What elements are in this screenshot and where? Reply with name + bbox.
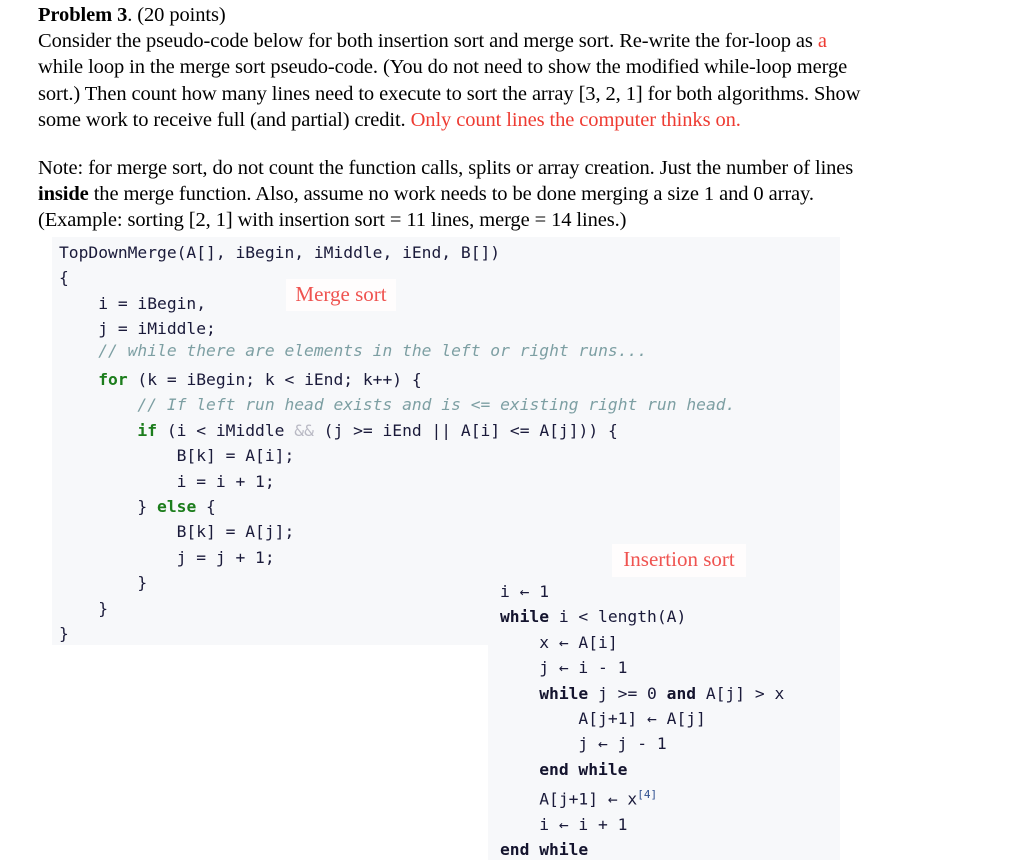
- merge-comment-while-text: // while there are elements in the left …: [59, 341, 648, 360]
- insert-line-place-x: A[j+1] ← x: [500, 789, 638, 809]
- insert-while-keyword: while: [500, 607, 550, 627]
- p2-line2-rest: the merge function. Also, assume no work…: [88, 183, 814, 206]
- insert-line-x-assign: x ← A[i]: [500, 632, 618, 652]
- insert-line-i-increment: i ← i + 1: [500, 815, 628, 835]
- p1-seg5: some work to receive full (and partial) …: [38, 108, 411, 131]
- merge-if-part1: (i < iMiddle: [157, 420, 295, 440]
- merge-if-part2: (j >= iEnd || A[i] <= A[j])) {: [313, 420, 618, 440]
- insert-inner-while-cond2: A[j] > x: [696, 683, 785, 703]
- merge-line-close-function: }: [59, 624, 69, 644]
- problem-points: . (20 points): [127, 4, 226, 26]
- merge-line-close-if: }: [59, 573, 148, 593]
- problem-heading: Problem 3: [38, 4, 128, 26]
- merge-line-j-init: j = iMiddle;: [59, 319, 216, 339]
- insertion-sort-callout-label: Insertion sort: [612, 544, 746, 577]
- merge-line-signature: TopDownMerge(A[], iBegin, iMiddle, iEnd,…: [59, 243, 501, 262]
- merge-line-bk-aj: B[k] = A[j];: [59, 522, 295, 542]
- paragraph1-line1: Consider the pseudo-code below for both …: [38, 28, 988, 54]
- insert-inner-end-while: end while: [539, 759, 628, 779]
- merge-line-i-increment: i = i + 1;: [59, 471, 275, 491]
- paragraph2-line1: Note: for merge sort, do not count the f…: [38, 157, 854, 180]
- insert-and-keyword: and: [666, 683, 697, 703]
- p2-inside-bold: inside: [38, 183, 89, 206]
- p1-seg2-red: a: [817, 30, 827, 53]
- merge-for-rest: (k = iBegin; k < iEnd; k++) {: [127, 370, 422, 390]
- merge-else-prefix: }: [59, 497, 158, 517]
- merge-line-open-brace: {: [59, 268, 69, 288]
- paragraph2-line3: (Example: sorting [2, 1] with insertion …: [38, 209, 627, 232]
- paragraph1-line2: while loop in the merge sort pseudo-code…: [38, 56, 848, 79]
- paragraph2-line2: inside the merge function. Also, assume …: [38, 181, 988, 207]
- merge-if-keyword: if: [59, 420, 158, 440]
- merge-line-bk-ai: B[k] = A[i];: [59, 446, 295, 466]
- problem-statement: Problem 3. (20 points) Consider the pseu…: [38, 2, 988, 234]
- insertion-sort-code: i ← 1 while i < length(A) x ← A[i] j ← i…: [500, 579, 784, 863]
- insert-line-shift: A[j+1] ← A[j]: [500, 709, 706, 729]
- merge-if-and-operator: &&: [294, 420, 314, 440]
- paragraph1-line3: sort.) Then count how many lines need to…: [38, 82, 861, 105]
- merge-line-close-for: }: [59, 598, 109, 618]
- merge-comment-if: // If left run head exists and is <= exi…: [59, 395, 736, 415]
- merge-else-suffix: {: [196, 497, 216, 517]
- merge-line-i-init: i = iBegin,: [59, 293, 207, 313]
- merge-else-keyword: else: [157, 497, 197, 517]
- insert-while-condition: i < length(A): [549, 607, 687, 627]
- insert-outer-end-while: end while: [500, 840, 589, 860]
- insert-line-i-init: i ← 1: [500, 582, 550, 601]
- insert-end-while-indent: [500, 760, 539, 779]
- merge-line-comment-while: // while there are elements in the left …: [59, 342, 735, 367]
- insert-line-j-assign: j ← i - 1: [500, 658, 628, 678]
- insert-inner-while-cond1: j >= 0: [588, 683, 667, 703]
- merge-line-j-increment: j = j + 1;: [59, 547, 275, 567]
- code-figure: TopDownMerge(A[], iBegin, iMiddle, iEnd,…: [0, 237, 1024, 860]
- insert-line-j-decrement: j ← j - 1: [500, 734, 667, 754]
- insert-citation-superscript: [4]: [637, 788, 658, 802]
- insert-inner-while-indent: [500, 684, 539, 703]
- p1-seg1: Consider the pseudo-code below for both …: [38, 30, 818, 53]
- merge-for-keyword: for: [59, 370, 128, 390]
- paragraph1-line4: some work to receive full (and partial) …: [38, 107, 988, 133]
- insert-inner-while-keyword: while: [539, 683, 589, 703]
- problem-heading-line: Problem 3. (20 points): [38, 2, 988, 28]
- p1-seg6-red: Only count lines the computer thinks on.: [410, 108, 741, 131]
- merge-sort-callout-label: Merge sort: [286, 279, 396, 311]
